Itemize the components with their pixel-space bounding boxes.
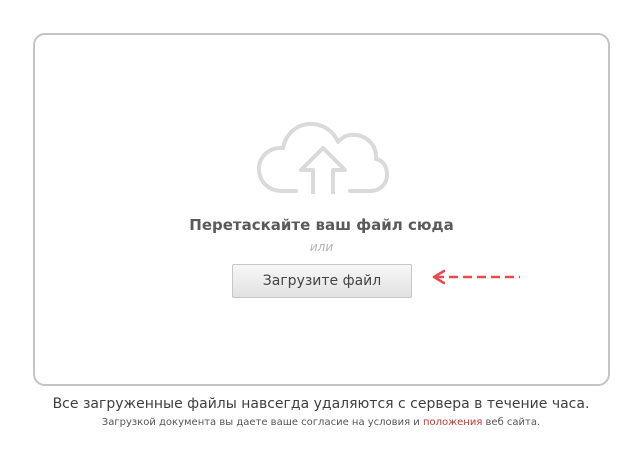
upload-page: Перетаскайте ваш файл сюда или Загрузите… [0,0,642,452]
file-dropzone[interactable]: Перетаскайте ваш файл сюда или Загрузите… [33,33,610,386]
terms-link[interactable]: положения [423,417,482,428]
upload-file-button[interactable]: Загрузите файл [232,264,412,298]
terms-prefix: Загрузкой документа вы даете ваше соглас… [101,417,420,428]
or-separator: или [309,240,334,254]
dashed-arrow-left-icon [432,269,520,285]
drag-drop-instruction: Перетаскайте ваш файл сюда [189,216,454,234]
terms-notice: Загрузкой документа вы даете ваше соглас… [0,417,642,428]
deletion-notice: Все загруженные файлы навсегда удаляются… [52,396,590,412]
terms-suffix: веб сайта. [485,417,541,428]
cloud-upload-icon [257,121,389,194]
